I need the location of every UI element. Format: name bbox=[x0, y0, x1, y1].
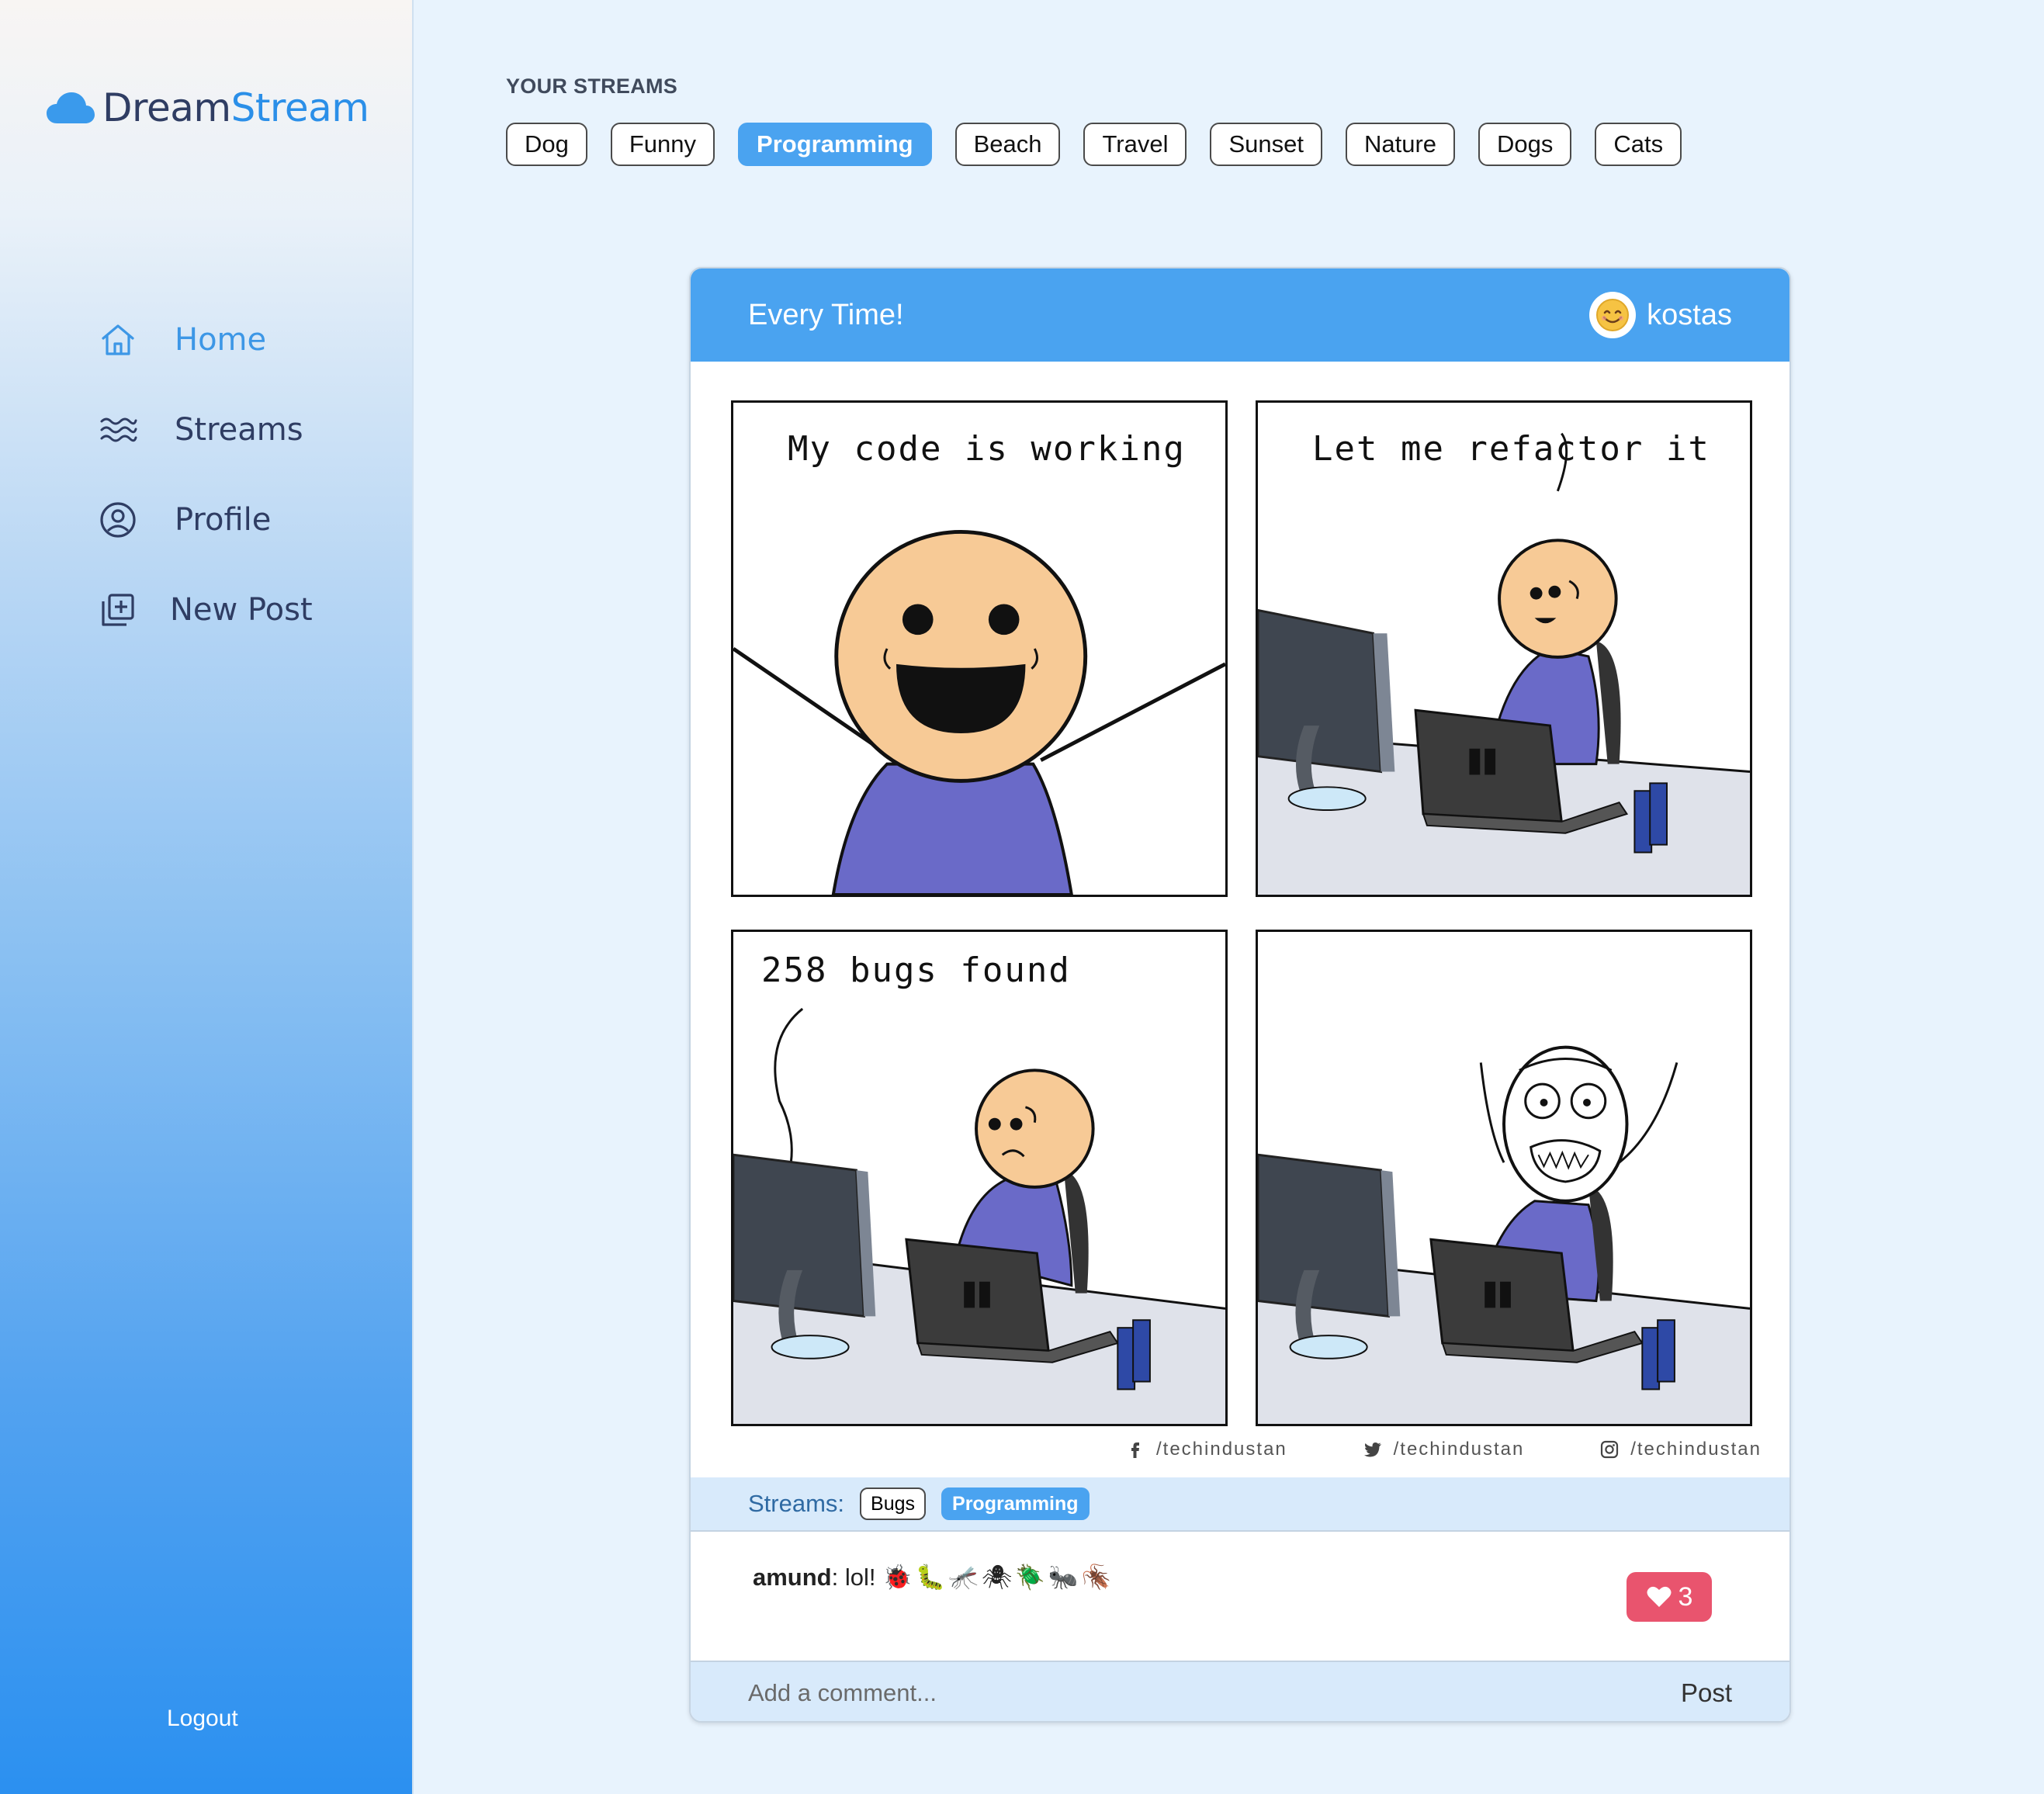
comment-bar: Post bbox=[691, 1661, 1789, 1721]
stream-chip-sunset[interactable]: Sunset bbox=[1210, 123, 1322, 166]
add-post-icon bbox=[97, 589, 139, 631]
your-streams-heading: YOUR STREAMS bbox=[506, 74, 678, 98]
like-count: 3 bbox=[1678, 1581, 1693, 1612]
nav-item-home[interactable]: Home bbox=[97, 295, 313, 385]
comment: amund: lol! 🐞🐛🦟🕷🪲🐜🪳 bbox=[753, 1563, 1114, 1591]
stream-chip-funny[interactable]: Funny bbox=[610, 123, 715, 166]
stream-chip-dogs[interactable]: Dogs bbox=[1478, 123, 1572, 166]
post-title: Every Time! bbox=[748, 298, 904, 331]
waves-icon bbox=[97, 409, 139, 451]
comic-panel-1: My code is working bbox=[731, 400, 1228, 897]
nav-item-new-post[interactable]: New Post bbox=[97, 565, 313, 655]
facebook-icon bbox=[1131, 1442, 1139, 1458]
nav-item-streams[interactable]: Streams bbox=[97, 385, 313, 475]
nav-label-new-post: New Post bbox=[170, 592, 313, 628]
post-comment-button[interactable]: Post bbox=[1681, 1678, 1732, 1708]
comic-panel-2: Let me refactor it bbox=[1256, 400, 1752, 897]
credit-facebook: /techindustan bbox=[1125, 1439, 1287, 1460]
credit-twitter: /techindustan bbox=[1363, 1439, 1525, 1460]
user-circle-icon bbox=[97, 499, 139, 541]
stream-chip-nature[interactable]: Nature bbox=[1345, 123, 1456, 166]
post-tag-bugs[interactable]: Bugs bbox=[860, 1487, 927, 1520]
cloud-icon bbox=[47, 92, 95, 123]
stream-chips: Dog Funny Programming Beach Travel Sunse… bbox=[506, 123, 1682, 166]
credit-twitter-text: /techindustan bbox=[1393, 1439, 1525, 1460]
post-streams-bar: Streams: Bugs Programming bbox=[691, 1477, 1789, 1532]
comic-image: My code is working Let me refactor it 25… bbox=[731, 400, 1752, 1426]
comment-input[interactable] bbox=[748, 1679, 1446, 1707]
comment-emoji: 🐞🐛🦟🕷🪲🐜🪳 bbox=[882, 1564, 1115, 1591]
logout-link[interactable]: Logout bbox=[167, 1706, 238, 1732]
streams-label: Streams: bbox=[748, 1490, 845, 1517]
brand-name-part1: Dream bbox=[102, 85, 231, 130]
home-icon bbox=[97, 319, 139, 361]
stream-chip-beach[interactable]: Beach bbox=[954, 123, 1061, 166]
comic-panel-3: 258 bugs found bbox=[731, 930, 1228, 1426]
comic-caption-3: 258 bugs found bbox=[761, 951, 1071, 990]
nav-label-streams: Streams bbox=[175, 412, 303, 448]
comic-panel-4 bbox=[1256, 930, 1752, 1426]
credit-instagram: /techindustan bbox=[1599, 1439, 1762, 1460]
credit-instagram-text: /techindustan bbox=[1630, 1439, 1762, 1460]
nav-item-profile[interactable]: Profile bbox=[97, 475, 313, 565]
credit-facebook-text: /techindustan bbox=[1156, 1439, 1287, 1460]
comic-caption-2: Let me refactor it bbox=[1312, 429, 1710, 469]
avatar bbox=[1589, 292, 1637, 338]
brand-logo[interactable]: DreamStream bbox=[45, 85, 369, 130]
main-nav: Home Streams Profile New Post bbox=[97, 295, 313, 655]
comment-text: : lol! bbox=[831, 1564, 883, 1591]
instagram-icon bbox=[1601, 1440, 1619, 1459]
author-name: kostas bbox=[1647, 298, 1732, 331]
smiley-avatar-icon bbox=[1596, 299, 1630, 331]
comic-caption-1: My code is working bbox=[788, 429, 1186, 469]
post-header: Every Time! kostas bbox=[691, 268, 1789, 362]
nav-label-profile: Profile bbox=[175, 502, 272, 538]
stream-chip-travel[interactable]: Travel bbox=[1083, 123, 1187, 166]
comment-author[interactable]: amund bbox=[753, 1564, 832, 1591]
like-button[interactable]: 3 bbox=[1627, 1572, 1712, 1622]
post-author[interactable]: kostas bbox=[1589, 292, 1732, 338]
comic-credits: /techindustan /techindustan /techindusta… bbox=[1125, 1439, 1762, 1460]
post-tag-programming[interactable]: Programming bbox=[941, 1487, 1090, 1520]
sidebar: DreamStream Home Streams Profile New Pos… bbox=[0, 0, 414, 1794]
twitter-icon bbox=[1363, 1442, 1381, 1457]
stream-chip-dog[interactable]: Dog bbox=[506, 123, 587, 166]
stream-chip-cats[interactable]: Cats bbox=[1595, 123, 1682, 166]
stream-chip-programming[interactable]: Programming bbox=[738, 123, 932, 166]
nav-label-home: Home bbox=[175, 322, 267, 358]
post-card: Every Time! kostas My code is working Le… bbox=[689, 267, 1791, 1723]
brand-name-part2: Stream bbox=[230, 85, 369, 130]
heart-icon bbox=[1647, 1586, 1672, 1607]
